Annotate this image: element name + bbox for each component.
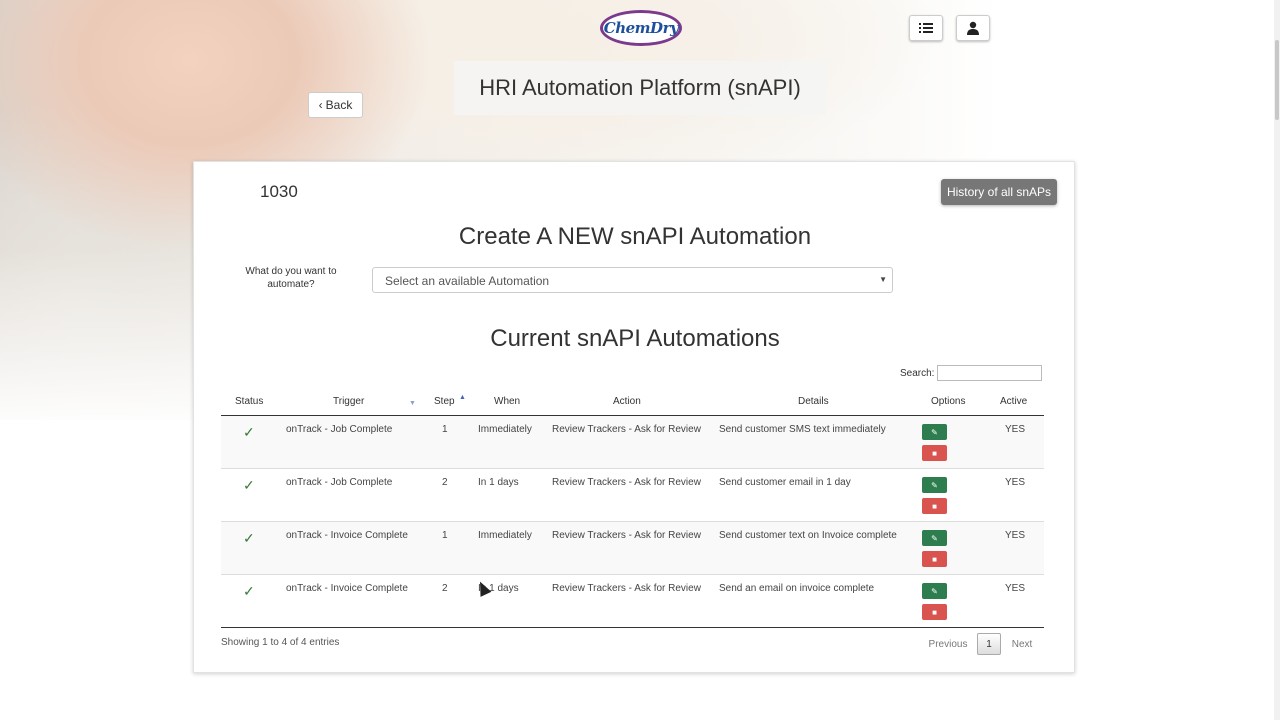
trigger-cell: onTrack - Job Complete xyxy=(286,477,393,488)
list-icon xyxy=(919,23,933,33)
history-button[interactable]: History of all snAPs xyxy=(941,179,1057,205)
table-info: Showing 1 to 4 of 4 entries xyxy=(221,637,340,648)
scrollbar[interactable] xyxy=(1274,0,1280,720)
trigger-cell: onTrack - Invoice Complete xyxy=(286,583,408,594)
active-cell: YES xyxy=(1005,424,1026,435)
automations-card: 1030 History of all snAPs Create A NEW s… xyxy=(193,161,1075,673)
sort-desc-icon: ▼ xyxy=(409,400,416,407)
details-cell: Send customer SMS text immediately xyxy=(719,424,886,435)
col-status[interactable]: Status xyxy=(235,396,263,407)
col-when[interactable]: When xyxy=(494,396,520,407)
next-button[interactable]: Next xyxy=(1004,633,1040,655)
edit-button[interactable]: ✎ xyxy=(922,477,947,493)
delete-button[interactable]: ■ xyxy=(922,445,947,461)
active-cell: YES xyxy=(1005,583,1026,594)
details-cell: Send customer email in 1 day xyxy=(719,477,851,488)
trash-icon: ■ xyxy=(932,501,937,511)
col-details[interactable]: Details xyxy=(798,396,829,407)
caret-down-icon: ▼ xyxy=(879,275,887,284)
edit-icon: ✎ xyxy=(931,427,938,437)
back-label: Back xyxy=(325,98,353,112)
check-icon: ✓ xyxy=(243,530,255,546)
table-header: Status Trigger ▼ Step ▲ When Action Deta… xyxy=(221,388,1044,416)
check-icon: ✓ xyxy=(243,583,255,599)
user-icon xyxy=(967,21,979,35)
when-cell: Immediately xyxy=(478,424,532,435)
details-cell: Send customer text on Invoice complete xyxy=(719,530,897,541)
col-action[interactable]: Action xyxy=(613,396,641,407)
step-cell: 1 xyxy=(442,424,448,435)
search-label: Search: xyxy=(900,368,935,379)
chemdry-logo: ChemDry xyxy=(600,10,682,46)
delete-button[interactable]: ■ xyxy=(922,604,947,620)
action-cell: Review Trackers - Ask for Review xyxy=(552,477,701,488)
current-title: Current snAPI Automations xyxy=(490,325,780,352)
user-button[interactable] xyxy=(956,15,990,41)
table-row: ✓ onTrack - Invoice Complete 1 Immediate… xyxy=(221,522,1044,575)
check-icon: ✓ xyxy=(243,477,255,493)
automate-label: What do you want to automate? xyxy=(245,266,337,290)
delete-button[interactable]: ■ xyxy=(922,551,947,567)
trash-icon: ■ xyxy=(932,448,937,458)
edit-icon: ✎ xyxy=(931,533,938,543)
select-placeholder: Select an available Automation xyxy=(385,274,550,288)
action-cell: Review Trackers - Ask for Review xyxy=(552,530,701,541)
col-step[interactable]: Step xyxy=(434,396,455,407)
trigger-cell: onTrack - Job Complete xyxy=(286,424,393,435)
col-options[interactable]: Options xyxy=(931,396,965,407)
edit-button[interactable]: ✎ xyxy=(922,530,947,546)
action-cell: Review Trackers - Ask for Review xyxy=(552,583,701,594)
location-code: 1030 xyxy=(260,182,298,201)
search-input[interactable] xyxy=(937,365,1042,381)
create-title: Create A NEW snAPI Automation xyxy=(458,223,812,250)
page-1-button[interactable]: 1 xyxy=(977,633,1001,655)
previous-button[interactable]: Previous xyxy=(922,633,974,655)
step-cell: 2 xyxy=(442,477,448,488)
chevron-left-icon: ‹ xyxy=(318,98,323,112)
table-row: ✓ onTrack - Job Complete 1 Immediately R… xyxy=(221,416,1044,469)
edit-icon: ✎ xyxy=(931,586,938,596)
when-cell: In 1 days xyxy=(478,477,519,488)
col-active[interactable]: Active xyxy=(1000,396,1027,407)
table-row: ✓ onTrack - Invoice Complete 2 In 1 days… xyxy=(221,575,1044,628)
trash-icon: ■ xyxy=(932,554,937,564)
scrollbar-thumb[interactable] xyxy=(1275,40,1279,120)
action-cell: Review Trackers - Ask for Review xyxy=(552,424,701,435)
check-icon: ✓ xyxy=(243,424,255,440)
step-cell: 1 xyxy=(442,530,448,541)
edit-button[interactable]: ✎ xyxy=(922,424,947,440)
page-title: HRI Automation Platform (snAPI) xyxy=(454,61,826,115)
active-cell: YES xyxy=(1005,477,1026,488)
table-row: ✓ onTrack - Job Complete 2 In 1 days Rev… xyxy=(221,469,1044,522)
back-button[interactable]: ‹ Back xyxy=(308,92,363,118)
menu-button[interactable] xyxy=(909,15,943,41)
trash-icon: ■ xyxy=(932,607,937,617)
automations-table: Status Trigger ▼ Step ▲ When Action Deta… xyxy=(221,388,1044,628)
delete-button[interactable]: ■ xyxy=(922,498,947,514)
sort-asc-icon: ▲ xyxy=(459,394,466,401)
automation-select[interactable]: Select an available Automation ▼ xyxy=(372,267,893,293)
when-cell: Immediately xyxy=(478,530,532,541)
edit-icon: ✎ xyxy=(931,480,938,490)
col-trigger[interactable]: Trigger xyxy=(333,396,364,407)
details-cell: Send an email on invoice complete xyxy=(719,583,875,594)
step-cell: 2 xyxy=(442,583,448,594)
active-cell: YES xyxy=(1005,530,1026,541)
trigger-cell: onTrack - Invoice Complete xyxy=(286,530,408,541)
edit-button[interactable]: ✎ xyxy=(922,583,947,599)
